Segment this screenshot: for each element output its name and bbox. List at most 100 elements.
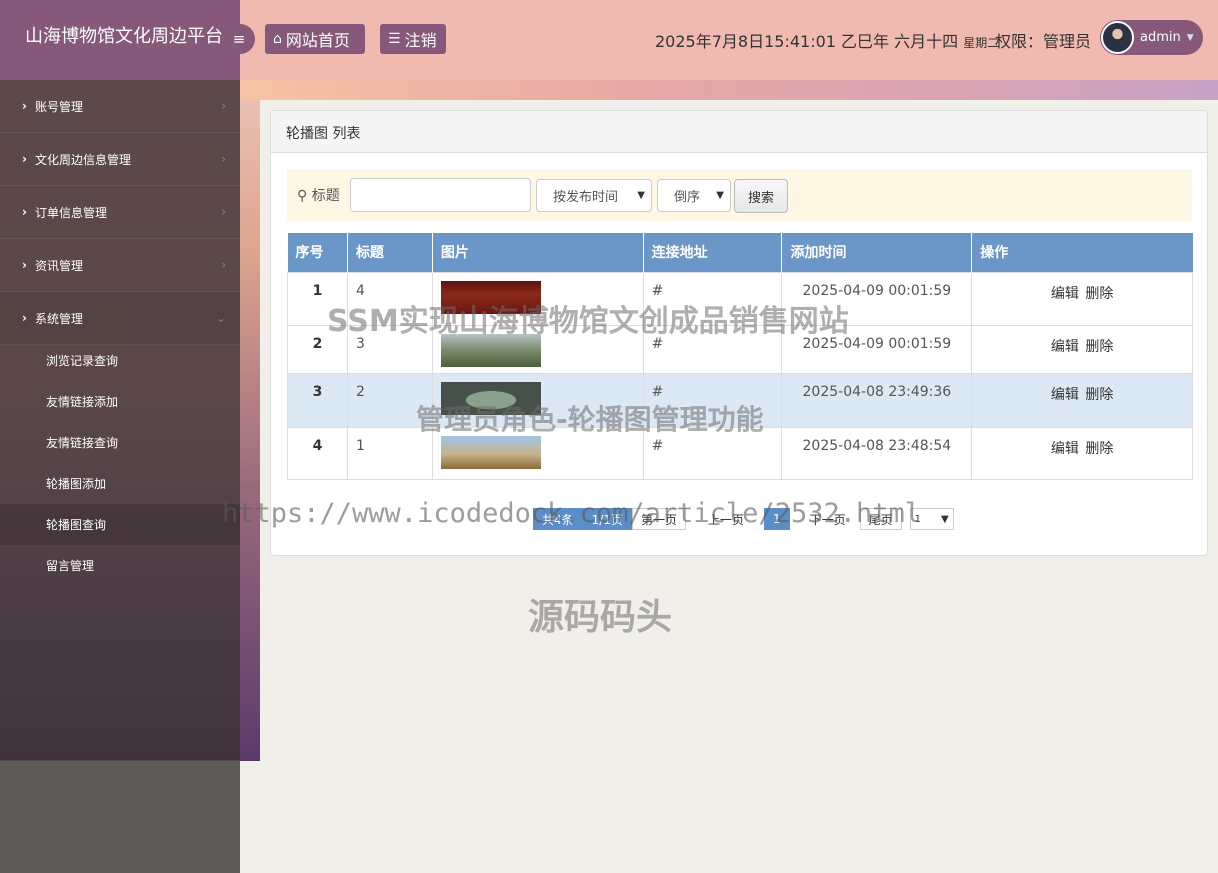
logout-button[interactable]: ☰ 注销 xyxy=(380,24,446,54)
sidebar-sub-browse-history[interactable]: 浏览记录查询 xyxy=(0,340,240,381)
cell-image xyxy=(431,372,644,428)
chevron-down-icon: ⌄ xyxy=(215,311,226,325)
username: admin xyxy=(1140,30,1181,45)
cell-actions: 编辑 删除 xyxy=(971,426,1193,480)
carousel-thumbnail[interactable] xyxy=(440,333,541,367)
chevron-down-icon: ▼ xyxy=(940,513,949,525)
list-icon: ☰ xyxy=(388,31,401,47)
chevron-right-icon: › xyxy=(221,152,226,166)
carousel-list-panel: 轮播图 列表 ⚲ 标题 按发布时间 ▼ 倒序 ▼ 搜索 序号 标题 图片 连接地… xyxy=(270,110,1208,556)
col-header-link: 连接地址 xyxy=(643,233,783,272)
sidebar-sub-label: 友情链接查询 xyxy=(46,436,119,450)
chevron-down-icon: ▼ xyxy=(716,190,724,201)
cell-actions: 编辑 删除 xyxy=(971,324,1193,374)
sort-field-select[interactable]: 按发布时间 ▼ xyxy=(536,179,652,212)
sidebar-sub-label: 轮播图查询 xyxy=(46,518,107,532)
cell-index: 3 xyxy=(287,372,348,428)
chevron-right-icon: › xyxy=(221,205,226,219)
pagination: 共4条 1/1页 第一页 上一页 1 下一页 尾页 1 ▼ xyxy=(533,508,958,530)
edit-link[interactable]: 编辑 xyxy=(1051,286,1079,302)
cell-image xyxy=(431,271,644,326)
edit-link[interactable]: 编辑 xyxy=(1051,387,1079,403)
edit-link[interactable]: 编辑 xyxy=(1051,441,1079,457)
carousel-thumbnail[interactable] xyxy=(440,280,541,314)
caret-down-icon: ▼ xyxy=(1186,32,1194,43)
pager-total: 共4条 xyxy=(533,508,583,530)
home-button[interactable]: ⌂ 网站首页 xyxy=(265,24,365,54)
sidebar-item-label: 资讯管理 xyxy=(34,258,83,273)
delete-link[interactable]: 删除 xyxy=(1085,441,1113,457)
sidebar-sub-carousel-add[interactable]: 轮播图添加 xyxy=(0,463,240,504)
edit-link[interactable]: 编辑 xyxy=(1051,339,1079,355)
pager-last-button[interactable]: 尾页 xyxy=(859,508,902,530)
search-label-text: 标题 xyxy=(311,188,340,204)
cell-title: 2 xyxy=(346,372,433,428)
table-row: 3 2 # 2025-04-08 23:49:36 编辑 删除 xyxy=(287,372,1193,428)
col-header-image: 图片 xyxy=(432,233,644,272)
panel-title: 轮播图 列表 xyxy=(271,111,1207,153)
sidebar-sub-label: 浏览记录查询 xyxy=(46,354,119,368)
table-row: 4 1 # 2025-04-08 23:48:54 编辑 删除 xyxy=(287,426,1193,480)
delete-link[interactable]: 删除 xyxy=(1085,286,1113,302)
pager-next-button[interactable]: 下一页 xyxy=(802,508,854,530)
col-header-index: 序号 xyxy=(287,233,348,272)
user-menu[interactable]: admin ▼ xyxy=(1100,20,1203,55)
cell-title: 4 xyxy=(346,271,433,326)
col-header-title: 标题 xyxy=(347,233,433,272)
chevron-right-icon: › xyxy=(22,205,27,219)
title-search-input[interactable] xyxy=(350,178,531,212)
sidebar-toggle-button[interactable]: ≡ xyxy=(223,24,255,54)
cell-image xyxy=(431,426,644,480)
avatar xyxy=(1101,21,1134,54)
role-label: 权限：管理员 xyxy=(995,32,1092,51)
cell-time: 2025-04-08 23:49:36 xyxy=(781,372,973,428)
sidebar-sub-friendlink-add[interactable]: 友情链接添加 xyxy=(0,381,240,422)
sidebar-item-system[interactable]: › 系统管理 ⌄ xyxy=(0,292,240,345)
content-top-strip xyxy=(240,80,1218,100)
delete-link[interactable]: 删除 xyxy=(1085,339,1113,355)
carousel-thumbnail[interactable] xyxy=(440,435,541,469)
search-button[interactable]: 搜索 xyxy=(734,179,788,213)
chevron-right-icon: › xyxy=(22,99,27,113)
cell-link: # xyxy=(642,426,783,480)
pager-pages: 1/1页 xyxy=(582,508,632,530)
cell-index: 1 xyxy=(287,271,348,326)
pager-current-page[interactable]: 1 xyxy=(764,508,790,530)
home-icon: ⌂ xyxy=(273,31,282,47)
chevron-right-icon: › xyxy=(221,99,226,113)
carousel-thumbnail[interactable] xyxy=(440,381,541,415)
pager-prev-button[interactable]: 上一页 xyxy=(700,508,752,530)
sidebar-item-label: 文化周边信息管理 xyxy=(34,152,131,167)
search-label: ⚲ 标题 xyxy=(297,185,340,205)
sidebar-sub-label: 留言管理 xyxy=(46,559,95,573)
cell-image xyxy=(431,324,644,374)
chevron-right-icon: › xyxy=(22,258,27,272)
sidebar-item-news[interactable]: › 资讯管理 › xyxy=(0,239,240,292)
chevron-right-icon: › xyxy=(22,152,27,166)
delete-link[interactable]: 删除 xyxy=(1085,387,1113,403)
cell-index: 4 xyxy=(287,426,348,480)
sidebar-sub-label: 友情链接添加 xyxy=(46,395,119,409)
sidebar-item-label: 订单信息管理 xyxy=(34,205,107,220)
cell-link: # xyxy=(642,372,783,428)
home-button-label: 网站首页 xyxy=(285,31,350,50)
sidebar-sub-label: 轮播图添加 xyxy=(46,477,107,491)
pager-page-select[interactable]: 1 ▼ xyxy=(909,508,954,530)
cell-actions: 编辑 删除 xyxy=(971,372,1193,428)
cell-link: # xyxy=(642,271,783,326)
sort-order-select[interactable]: 倒序 ▼ xyxy=(657,179,731,212)
datetime-text: 2025年7月8日15:41:01 乙巳年 六月十四 xyxy=(655,32,959,51)
sidebar-item-culture[interactable]: › 文化周边信息管理 › xyxy=(0,133,240,186)
sidebar-sub-friendlink-query[interactable]: 友情链接查询 xyxy=(0,422,240,463)
sidebar-sub-carousel-query[interactable]: 轮播图查询 xyxy=(0,504,240,545)
sidebar-item-label: 账号管理 xyxy=(34,99,83,114)
sidebar-sub-messages[interactable]: 留言管理 xyxy=(0,545,240,586)
cell-title: 3 xyxy=(346,324,433,374)
app-title: 山海博物馆文化周边平台 xyxy=(0,0,240,80)
table-row: 1 4 # 2025-04-09 00:01:59 编辑 删除 xyxy=(287,271,1193,326)
pager-first-button[interactable]: 第一页 xyxy=(631,508,686,530)
sidebar-item-orders[interactable]: › 订单信息管理 › xyxy=(0,186,240,239)
weekday-text: 星期二 xyxy=(963,36,1000,50)
sidebar-item-account[interactable]: › 账号管理 › xyxy=(0,80,240,133)
table-header-row: 序号 标题 图片 连接地址 添加时间 操作 xyxy=(287,233,1193,272)
